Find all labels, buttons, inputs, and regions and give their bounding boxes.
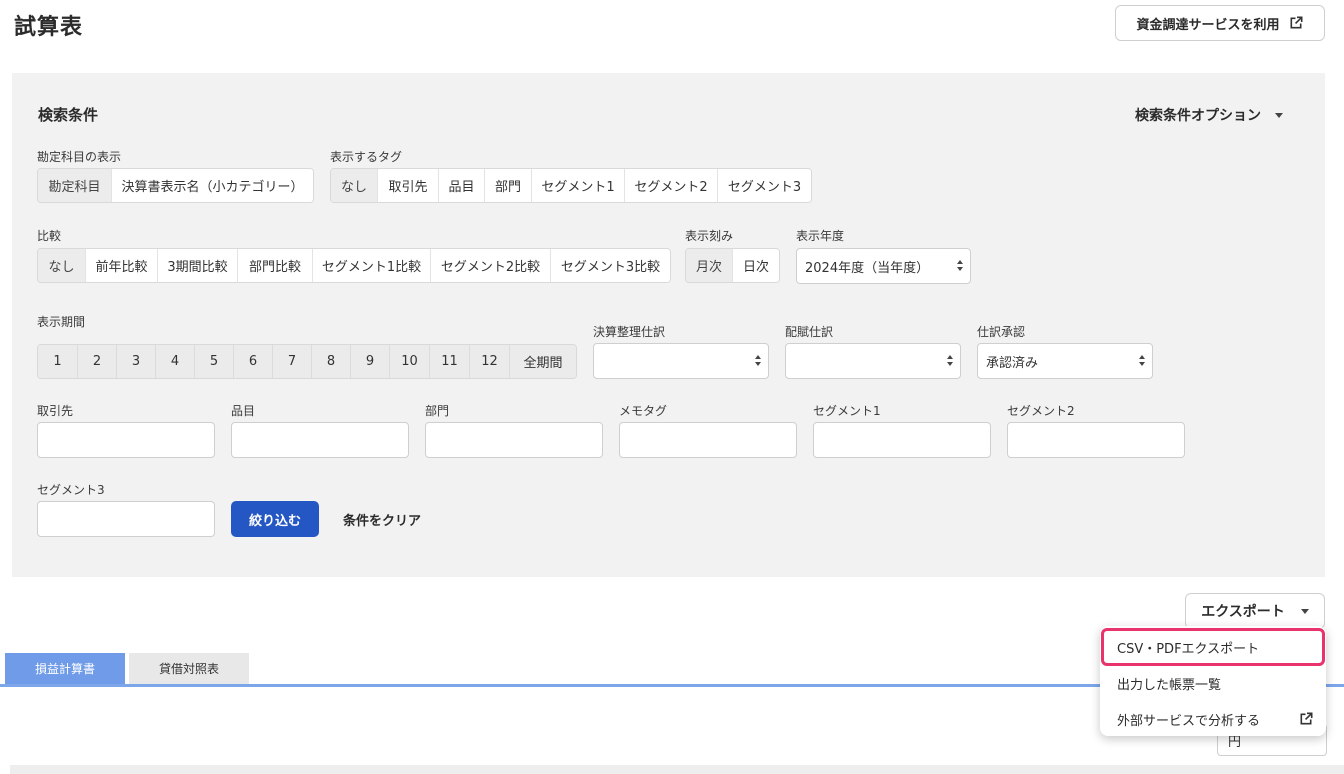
menu-item-external-analysis-label: 外部サービスで分析する (1117, 713, 1261, 729)
fiscal-year-value: 2024年度（当年度） (805, 260, 930, 276)
period-option[interactable]: 7 (272, 345, 311, 378)
table-header (10, 765, 1344, 774)
tags-segmented: なし 取引先 品目 部門 セグメント1 セグメント2 セグメント3 (330, 168, 812, 203)
compare-option[interactable]: 3期間比較 (157, 249, 237, 282)
memo-tag-input[interactable] (619, 422, 797, 458)
approval-select[interactable]: 承認済み (977, 343, 1153, 379)
memo-tag-label: メモタグ (619, 404, 668, 418)
search-options-label: 検索条件オプション (1135, 108, 1261, 124)
export-button[interactable]: エクスポート (1185, 593, 1325, 629)
approval-label: 仕訳承認 (977, 325, 1026, 339)
tag-option[interactable]: 品目 (438, 169, 484, 202)
compare-option[interactable]: セグメント2比較 (430, 249, 550, 282)
compare-option[interactable]: なし (38, 249, 85, 282)
compare-segmented: なし 前年比較 3期間比較 部門比較 セグメント1比較 セグメント2比較 セグメ… (37, 248, 671, 283)
select-arrows-icon (947, 355, 953, 367)
interval-segmented: 月次 日次 (685, 248, 780, 283)
compare-option[interactable]: セグメント3比較 (550, 249, 670, 282)
period-option[interactable]: 3 (116, 345, 155, 378)
period-option[interactable]: 12 (469, 345, 509, 378)
tags-label: 表示するタグ (330, 150, 403, 164)
account-display-option[interactable]: 勘定科目 (38, 169, 111, 202)
closing-entries-label: 決算整理仕訳 (593, 325, 666, 339)
segment2-input[interactable] (1007, 422, 1185, 458)
item-input[interactable] (231, 422, 409, 458)
period-option[interactable]: 9 (350, 345, 389, 378)
external-link-icon (1300, 712, 1313, 725)
period-option[interactable]: 1 (38, 345, 77, 378)
compare-label: 比較 (37, 229, 62, 243)
interval-option[interactable]: 日次 (732, 249, 779, 282)
compare-option[interactable]: セグメント1比較 (312, 249, 430, 282)
search-panel: 検索条件 検索条件オプション 勘定科目の表示 勘定科目 決算書表示名（小カテゴリ… (12, 73, 1325, 577)
search-panel-title: 検索条件 (38, 106, 99, 124)
account-display-segmented: 勘定科目 決算書表示名（小カテゴリー） (37, 168, 314, 203)
period-option[interactable]: 2 (77, 345, 116, 378)
period-option[interactable]: 8 (311, 345, 350, 378)
filter-button[interactable]: 絞り込む (231, 501, 319, 537)
tag-option[interactable]: セグメント1 (531, 169, 624, 202)
partner-label: 取引先 (37, 404, 74, 418)
tab-balance-sheet[interactable]: 貸借対照表 (129, 653, 249, 684)
external-link-icon (1290, 16, 1302, 29)
clear-conditions-button[interactable]: 条件をクリア (343, 510, 421, 529)
period-option[interactable]: 全期間 (509, 345, 576, 378)
export-button-label: エクスポート (1201, 604, 1285, 620)
caret-down-icon (1275, 112, 1283, 118)
interval-label: 表示刻み (685, 229, 734, 243)
account-display-label: 勘定科目の表示 (37, 150, 122, 164)
tag-option[interactable]: セグメント2 (624, 169, 717, 202)
fiscal-year-label: 表示年度 (796, 229, 845, 243)
segment3-input[interactable] (37, 501, 215, 537)
select-arrows-icon (1139, 355, 1145, 367)
segment1-input[interactable] (813, 422, 991, 458)
closing-entries-select[interactable] (593, 343, 769, 379)
fiscal-year-select[interactable]: 2024年度（当年度） (796, 248, 971, 284)
tag-option[interactable]: なし (331, 169, 377, 202)
unit-select-value: 円 (1228, 735, 1242, 750)
approval-value: 承認済み (986, 355, 1039, 371)
menu-item-external-analysis[interactable]: 外部サービスで分析する (1100, 702, 1326, 736)
select-arrows-icon (755, 355, 761, 367)
export-dropdown-menu: CSV・PDFエクスポート 出力した帳票一覧 外部サービスで分析する (1100, 626, 1326, 736)
compare-option[interactable]: 前年比較 (85, 249, 157, 282)
caret-down-icon (1300, 608, 1309, 614)
period-segmented: 1 2 3 4 5 6 7 8 9 10 11 12 全期間 (37, 344, 577, 379)
period-label: 表示期間 (37, 315, 86, 329)
department-label: 部門 (425, 404, 450, 418)
item-label: 品目 (231, 404, 256, 418)
tag-option[interactable]: 取引先 (377, 169, 438, 202)
segment3-label: セグメント3 (37, 483, 105, 497)
funding-service-button[interactable]: 資金調達サービスを利用 (1115, 5, 1325, 41)
segment1-label: セグメント1 (813, 404, 881, 418)
tag-option[interactable]: セグメント3 (717, 169, 811, 202)
tab-profit-loss[interactable]: 損益計算書 (5, 653, 125, 684)
department-input[interactable] (425, 422, 603, 458)
partner-input[interactable] (37, 422, 215, 458)
search-options-toggle[interactable]: 検索条件オプション (1135, 105, 1283, 125)
allocation-entries-label: 配賦仕訳 (785, 325, 834, 339)
funding-service-label: 資金調達サービスを利用 (1136, 17, 1280, 33)
interval-option[interactable]: 月次 (686, 249, 732, 282)
page-title: 試算表 (14, 15, 84, 40)
period-option[interactable]: 5 (194, 345, 233, 378)
menu-item-csv-pdf-export[interactable]: CSV・PDFエクスポート (1100, 630, 1326, 664)
menu-item-output-list[interactable]: 出力した帳票一覧 (1100, 666, 1326, 700)
period-option[interactable]: 11 (429, 345, 469, 378)
tag-option[interactable]: 部門 (484, 169, 531, 202)
period-option[interactable]: 10 (389, 345, 429, 378)
period-option[interactable]: 4 (155, 345, 194, 378)
allocation-entries-select[interactable] (785, 343, 961, 379)
select-arrows-icon (957, 260, 963, 272)
segment2-label: セグメント2 (1007, 404, 1075, 418)
account-display-option[interactable]: 決算書表示名（小カテゴリー） (111, 169, 313, 202)
compare-option[interactable]: 部門比較 (237, 249, 312, 282)
period-option[interactable]: 6 (233, 345, 272, 378)
